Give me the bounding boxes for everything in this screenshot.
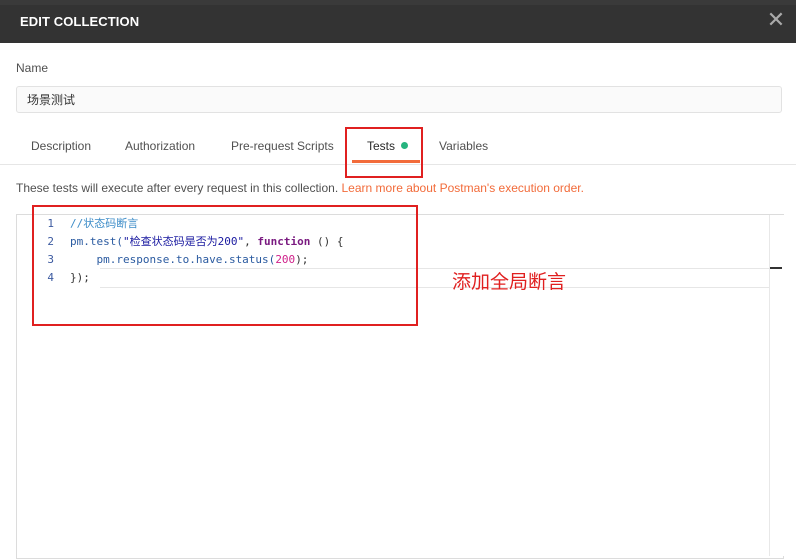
code-token: () { [310,235,344,248]
tab-description[interactable]: Description [31,128,91,164]
collection-name-input[interactable] [16,86,782,113]
close-icon[interactable]: ✕ [764,9,788,33]
tab-variables[interactable]: Variables [439,128,488,164]
tab-authorization[interactable]: Authorization [125,128,195,164]
tab-tests[interactable]: Tests [367,128,409,164]
code-number: 200 [275,253,296,266]
code-token: }); [70,271,90,284]
code-line: //状态码断言 [70,215,343,233]
code-comment: //状态码断言 [70,217,139,230]
line-number: 1 [47,217,54,230]
code-token: pm.response.to.have.status( [70,253,276,266]
scrollbar-marker [770,267,782,269]
code-content[interactable]: //状态码断言 pm.test("检查状态码是否为200", function … [70,215,343,287]
code-token: ); [295,253,309,266]
learn-more-link[interactable]: Learn more about Postman's execution ord… [342,181,584,195]
titlebar-top-strip [0,0,796,5]
tab-pre-request-scripts[interactable]: Pre-request Scripts [231,128,334,164]
content-indicator-dot-icon [401,142,409,150]
line-number: 3 [47,253,54,266]
tab-tests-label: Tests [367,139,396,153]
line-number-gutter: 1 2 3 4 [34,215,54,287]
code-line: }); [70,269,343,287]
dialog-title: EDIT COLLECTION [20,14,140,29]
code-line: pm.test("检查状态码是否为200", function () { [70,233,343,251]
code-token: , [244,235,258,248]
code-line: pm.response.to.have.status(200); [70,251,343,269]
annotation-text: 添加全局断言 [452,271,567,293]
name-label: Name [16,61,49,75]
code-token: pm.test( [70,235,123,248]
code-string: "检查状态码是否为200" [122,235,245,248]
code-keyword: function [257,235,311,248]
active-tab-underline [352,160,420,163]
line-number: 2 [47,235,54,248]
line-number: 4 [47,271,54,284]
tests-description-text: These tests will execute after every req… [16,181,339,195]
tests-description: These tests will execute after every req… [16,181,584,195]
